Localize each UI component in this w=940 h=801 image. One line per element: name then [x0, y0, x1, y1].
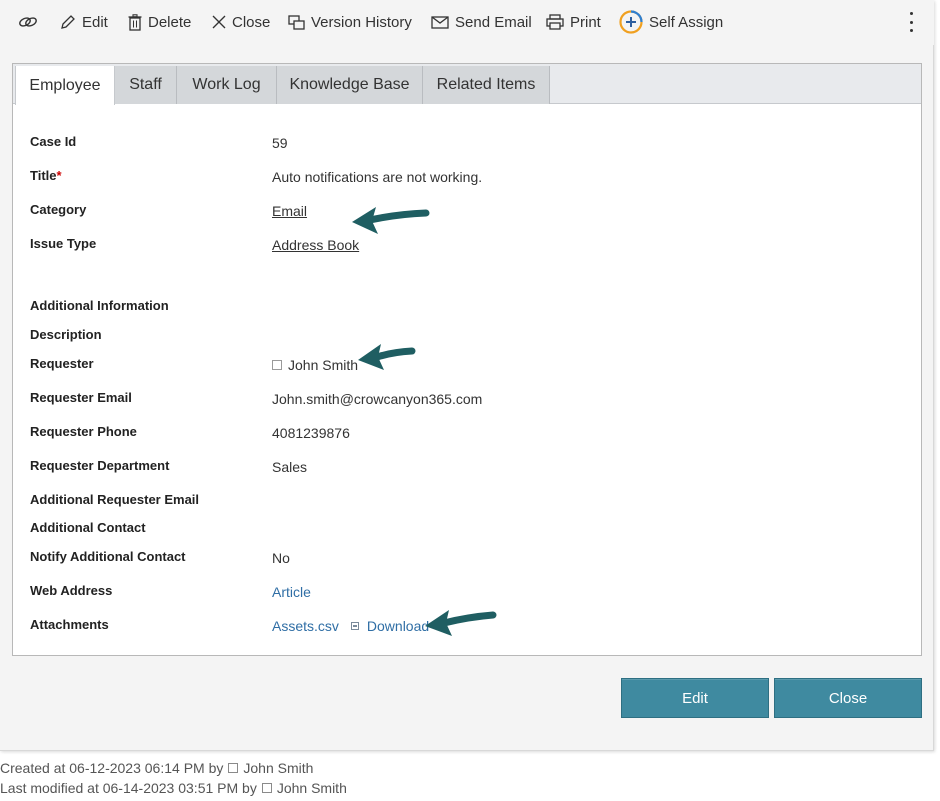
print-label: Print [570, 13, 601, 31]
edit-button[interactable]: Edit [621, 678, 769, 718]
field-category: Category Email [30, 202, 900, 224]
edit-toolbar-label: Edit [82, 13, 108, 31]
field-label: Requester [30, 356, 94, 371]
field-label: Issue Type [30, 236, 97, 251]
pencil-icon [61, 15, 75, 29]
field-label: Requester Email [30, 390, 132, 405]
modified-info: Last modified at 06-14-2023 03:51 PM by … [0, 780, 347, 796]
download-link[interactable]: Download [367, 618, 429, 634]
field-value: John.smith@crowcanyon365.com [272, 391, 483, 407]
required-marker: * [56, 168, 62, 183]
field-label: Requester Phone [30, 424, 137, 439]
field-label: Web Address [30, 583, 113, 598]
field-label: Attachments [30, 617, 109, 632]
arrow-pointer-icon [425, 610, 497, 636]
link-icon [19, 17, 37, 27]
version-history-label: Version History [311, 13, 412, 31]
field-label: Case Id [30, 134, 77, 149]
field-requester: Requester John Smith [30, 356, 900, 378]
field-value: John Smith [272, 357, 358, 373]
field-web-address: Web Address Article [30, 583, 900, 605]
field-requester-phone: Requester Phone 4081239876 [30, 424, 900, 446]
created-info: Created at 06-12-2023 06:14 PM by John S… [0, 760, 314, 776]
field-notify-additional-contact: Notify Additional Contact No [30, 549, 900, 571]
close-icon [212, 15, 226, 29]
field-label: Title* [30, 168, 62, 183]
field-additional-requester-email: Additional Requester Email [30, 492, 900, 514]
field-title: Title* Auto notifications are not workin… [30, 168, 900, 190]
modified-by-user[interactable]: John Smith [277, 780, 347, 796]
field-requester-department: Requester Department Sales [30, 458, 900, 480]
field-requester-email: Requester Email John.smith@crowcanyon365… [30, 390, 900, 412]
self-assign-label: Self Assign [649, 13, 724, 31]
web-address-link[interactable]: Article [272, 584, 311, 600]
field-label: Notify Additional Contact [30, 549, 186, 564]
item-panel: Edit Delete Close Version History Send E… [0, 0, 934, 751]
field-value: Auto notifications are not working. [272, 169, 483, 185]
field-description: Description [30, 327, 900, 349]
attachment-file-link[interactable]: Assets.csv [272, 618, 339, 634]
toolbar: Edit Delete Close Version History Send E… [0, 0, 934, 45]
issue-type-link[interactable]: Address Book [272, 237, 359, 253]
arrow-pointer-icon [352, 207, 430, 234]
presence-icon [261, 783, 272, 793]
field-label: Requester Department [30, 458, 170, 473]
field-label: Additional Requester Email [30, 492, 200, 507]
field-value: Assets.csv Download [272, 618, 429, 634]
item-form: Employee Staff Work Log Knowledge Base R… [12, 63, 922, 656]
version-history-icon [288, 14, 305, 30]
field-issue-type: Issue Type Address Book [30, 236, 900, 258]
presence-icon [228, 763, 239, 773]
copy-link-button[interactable] [18, 11, 38, 33]
close-toolbar-label: Close [232, 13, 271, 31]
field-value: No [272, 550, 290, 566]
field-label: Additional Information [30, 298, 169, 313]
arrow-pointer-icon [358, 344, 416, 370]
tab-bar: Employee Staff Work Log Knowledge Base R… [13, 64, 921, 105]
field-value: 4081239876 [272, 425, 350, 441]
close-button[interactable]: Close [774, 678, 922, 718]
tab-work-log[interactable]: Work Log [177, 66, 277, 104]
download-icon [350, 622, 359, 630]
self-assign-icon [619, 10, 643, 34]
category-link[interactable]: Email [272, 203, 307, 219]
tab-employee[interactable]: Employee [15, 66, 115, 105]
printer-icon [546, 14, 564, 30]
tab-related-items[interactable]: Related Items [423, 66, 550, 104]
field-value: Article [272, 584, 311, 600]
field-label: Description [30, 327, 102, 342]
more-options-button[interactable] [908, 12, 914, 32]
field-additional-information: Additional Information [30, 298, 900, 320]
field-value: Email [272, 203, 307, 219]
tab-knowledge-base[interactable]: Knowledge Base [277, 66, 423, 104]
send-email-label: Send Email [455, 13, 532, 31]
field-label: Additional Contact [30, 520, 146, 535]
field-value: 59 [272, 135, 288, 151]
field-case-id: Case Id 59 [30, 134, 900, 156]
delete-toolbar-label: Delete [148, 13, 192, 31]
field-value: Sales [272, 459, 308, 475]
print-button[interactable]: Print [546, 11, 601, 33]
created-by-user[interactable]: John Smith [243, 760, 313, 776]
presence-icon [272, 360, 282, 370]
tab-staff[interactable]: Staff [115, 66, 177, 104]
requester-name[interactable]: John Smith [288, 357, 358, 373]
envelope-icon [431, 15, 449, 29]
field-label: Category [30, 202, 87, 217]
delete-toolbar-button[interactable]: Delete [128, 11, 191, 33]
field-additional-contact: Additional Contact [30, 520, 900, 542]
version-history-button[interactable]: Version History [288, 11, 412, 33]
trash-icon [128, 13, 142, 31]
send-email-button[interactable]: Send Email [431, 11, 532, 33]
field-value: Address Book [272, 237, 359, 253]
edit-toolbar-button[interactable]: Edit [60, 11, 108, 33]
close-toolbar-button[interactable]: Close [212, 11, 270, 33]
more-vertical-icon [909, 12, 913, 15]
self-assign-button[interactable]: Self Assign [619, 10, 724, 34]
